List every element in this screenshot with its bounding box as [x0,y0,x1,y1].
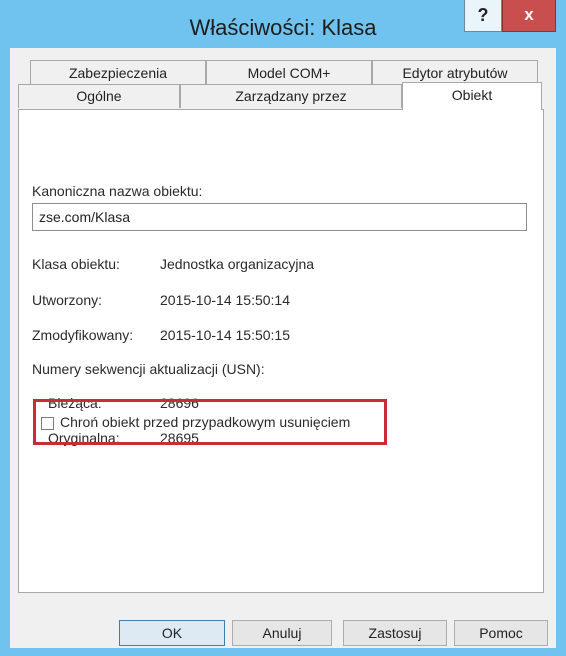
help-button[interactable]: Pomoc [454,620,548,646]
title-bar[interactable]: Właściwości: Klasa ? x [0,0,566,48]
help-icon[interactable]: ? [464,0,502,32]
tab-edytor-atrybutow[interactable]: Edytor atrybutów [372,60,538,84]
tab-model-com[interactable]: Model COM+ [206,60,372,84]
ok-button[interactable]: OK [119,620,225,646]
close-icon[interactable]: x [502,0,556,32]
tab-obiekt[interactable]: Obiekt [402,82,542,110]
protect-checkbox-label[interactable]: Chroń obiekt przed przypadkowym usunięci… [60,414,350,430]
properties-dialog: Właściwości: Klasa ? x Zabezpieczenia Mo… [0,0,566,656]
apply-button[interactable]: Zastosuj [343,620,447,646]
tab-zarzadzany-przez[interactable]: Zarządzany przez [180,84,402,108]
cancel-button[interactable]: Anuluj [232,620,332,646]
protection-area: Chroń obiekt przed przypadkowym usunięci… [19,110,543,592]
dialog-body: Zabezpieczenia Model COM+ Edytor atrybut… [10,48,556,648]
tab-zabezpieczenia[interactable]: Zabezpieczenia [30,60,206,84]
protect-checkbox[interactable] [41,417,54,430]
tab-ogolne[interactable]: Ogólne [18,84,180,108]
tab-panel-obiekt: Kanoniczna nazwa obiektu: zse.com/Klasa … [18,109,544,593]
